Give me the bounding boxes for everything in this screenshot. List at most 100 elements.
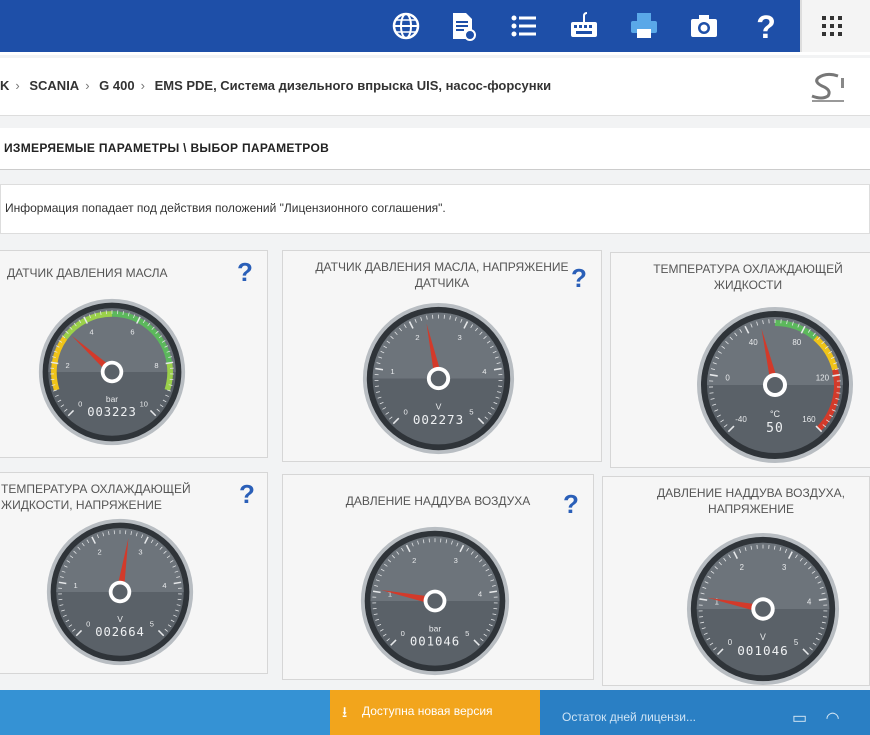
- license-days-label: Остаток дней лицензи...: [562, 710, 697, 724]
- gauge-dial: 0 1 2 3 4 5 V002664: [46, 518, 194, 666]
- license-notice: Информация попадает под действия положен…: [0, 184, 870, 234]
- gauge-hub-inner: [104, 364, 120, 380]
- gauge-tick-label: 0: [78, 400, 82, 409]
- gauge-tick-label: 5: [150, 620, 154, 629]
- globe-icon[interactable]: [386, 6, 426, 46]
- wifi-icon: ◠: [825, 710, 840, 727]
- gauge-dial: 0 1 2 3 4 5 V002273: [362, 302, 515, 455]
- apps-grid-icon[interactable]: [812, 6, 852, 46]
- gauge-tick-label: 1: [73, 581, 77, 590]
- breadcrumb-item[interactable]: EMS PDE, Система дизельного впрыска UIS,…: [155, 78, 552, 93]
- gauge-tick-label: 160: [802, 415, 816, 424]
- gauge-title: ТЕМПЕРАТУРА ОХЛАЖДАЮЩЕЙ ЖИДКОСТИ, НАПРЯЖ…: [1, 482, 191, 512]
- top-toolbar: ?: [0, 0, 870, 55]
- status-bar-left: [0, 690, 330, 735]
- breadcrumb-item[interactable]: K: [0, 78, 9, 93]
- gauge-hub-inner: [427, 593, 443, 609]
- gauge-title: ДАТЧИК ДАВЛЕНИЯ МАСЛА: [7, 266, 168, 280]
- system-tray: ▭ ◠: [792, 708, 840, 728]
- gauge-tick-label: 2: [65, 361, 69, 370]
- battery-icon: ▭: [792, 710, 808, 727]
- gauge-panel-boost-voltage: ДАВЛЕНИЕ НАДДУВА ВОЗДУХА, НАПРЯЖЕНИЕ 012…: [602, 476, 870, 686]
- gauge-tick: [709, 392, 714, 394]
- chevron-right-icon: ›: [15, 78, 20, 93]
- apps-area: [800, 0, 870, 52]
- breadcrumb-bar: K › SCANIA › G 400 › EMS PDE, Система дизел…: [0, 58, 870, 116]
- gauge-panel-oil-pressure: ДАТЧИК ДАВЛЕНИЯ МАСЛА ? 0 2 4 6 8 10 bar 003223: [0, 250, 268, 458]
- gauge-tick-label: 2: [97, 548, 101, 557]
- gauge-tick-label: 5: [794, 638, 799, 647]
- breadcrumb-item[interactable]: G 400: [99, 78, 134, 93]
- gauge-tick-label: 3: [457, 333, 461, 342]
- help-button[interactable]: ?: [571, 263, 587, 294]
- notice-text: Информация попадает под действия положен…: [5, 201, 446, 215]
- gauge-tick-label: 10: [140, 400, 148, 409]
- gauge-panel-oil-pressure-voltage: ДАТЧИК ДАВЛЕНИЯ МАСЛА, НАПРЯЖЕНИЕ ДАТЧИК…: [282, 250, 602, 462]
- chevron-right-icon: ›: [85, 78, 90, 93]
- gauge-unit: V: [760, 632, 766, 642]
- gauge-tick-label: 8: [154, 361, 158, 370]
- gauge-tick-label: -40: [735, 415, 747, 424]
- breadcrumb: K › SCANIA › G 400 › EMS PDE, Система дизел…: [0, 78, 557, 93]
- gauge-tick-label: 80: [792, 338, 801, 347]
- gauge-digital-readout: 003223: [87, 405, 137, 419]
- gauge-dial: -40 0 40 80 120 160 °C 50: [697, 307, 853, 463]
- gauge-hub-inner: [430, 370, 447, 387]
- document-icon[interactable]: [442, 6, 482, 46]
- help-button[interactable]: ?: [237, 257, 253, 288]
- gauge-tick-label: 3: [138, 548, 142, 557]
- gauge-title: ДАТЧИК ДАВЛЕНИЯ МАСЛА, НАПРЯЖЕНИЕ ДАТЧИК…: [315, 260, 569, 290]
- gauge-tick-label: 3: [782, 563, 786, 572]
- gauge-tick-label: 5: [469, 407, 473, 416]
- help-button[interactable]: ?: [239, 479, 255, 510]
- list-icon[interactable]: [504, 6, 544, 46]
- gauge-title: ДАВЛЕНИЕ НАДДУВА ВОЗДУХА: [345, 494, 531, 508]
- gauge-tick-label: 1: [390, 367, 394, 376]
- page-title: ИЗМЕРЯЕМЫЕ ПАРАМЕТРЫ \ ВЫБОР ПАРАМЕТРОВ: [4, 141, 330, 155]
- printer-icon[interactable]: [624, 6, 664, 46]
- gauge-digital-readout: 50: [766, 421, 784, 436]
- keyboard-icon[interactable]: [564, 6, 604, 46]
- gauge-tick-label: 0: [403, 407, 407, 416]
- gauge-unit: V: [436, 402, 442, 412]
- gauge-tick-label: 5: [465, 629, 469, 638]
- gauge-hub-inner: [755, 601, 771, 617]
- gauge-tick-label: 4: [482, 367, 487, 376]
- gauge-unit: V: [117, 614, 123, 624]
- gauge-dial: 012 345bar001046: [360, 526, 510, 676]
- gauge-unit: bar: [429, 623, 442, 633]
- gauge-tick-label: 0: [728, 638, 733, 647]
- gauge-tick-label: 6: [130, 328, 134, 337]
- chevron-right-icon: ›: [140, 78, 145, 93]
- gauge-tick-label: 4: [478, 590, 482, 599]
- gauge-panel-boost-pressure: ДАВЛЕНИЕ НАДДУВА ВОЗДУХА ? 0 1 2 3 4 5 bar 0010…: [282, 474, 594, 680]
- gauge-title: ТЕМПЕРАТУРА ОХЛАЖДАЮЩЕЙ ЖИДКОСТИ: [653, 262, 843, 292]
- update-label: Доступна новая версия: [362, 704, 493, 718]
- help-icon[interactable]: ?: [746, 6, 786, 46]
- gauge-digital-readout: 002664: [95, 625, 145, 639]
- gauge-digital-readout: 001046: [737, 643, 789, 658]
- gauge-tick-label: 2: [412, 556, 416, 565]
- gauge-tick-label: 0: [86, 620, 90, 629]
- update-available-button[interactable]: ⭳ Доступна новая версия: [330, 690, 540, 735]
- help-button[interactable]: ?: [563, 489, 579, 520]
- gauge-tick-label: 40: [749, 338, 758, 347]
- gauge-tick: [836, 392, 841, 394]
- gauge-dial: 012 345V001046: [686, 532, 840, 686]
- gauge-tick-label: 4: [89, 328, 93, 337]
- gauge-tick-label: 2: [415, 333, 419, 342]
- download-icon: ⭳: [342, 704, 348, 721]
- gauge-tick-label: 120: [816, 373, 830, 382]
- svg-text:?: ?: [756, 10, 776, 42]
- status-bar: ⭳ Доступна новая версия Остаток дней лиц…: [0, 690, 870, 735]
- breadcrumb-item[interactable]: SCANIA: [29, 78, 79, 93]
- gauge-digital-readout: 002273: [413, 412, 464, 427]
- gauge-tick-label: 2: [740, 563, 744, 572]
- brand-logo-icon: [811, 72, 844, 102]
- camera-icon[interactable]: [684, 6, 724, 46]
- gauge-unit: °C: [770, 409, 781, 419]
- gauge-panel-coolant-temperature: ТЕМПЕРАТУРА ОХЛАЖДАЮЩЕЙ ЖИДКОСТИ -40 0 40 8…: [610, 252, 870, 468]
- gauge-tick-label: 4: [807, 598, 812, 607]
- gauge-tick-label: 0: [401, 629, 405, 638]
- gauge-digital-readout: 001046: [410, 635, 460, 649]
